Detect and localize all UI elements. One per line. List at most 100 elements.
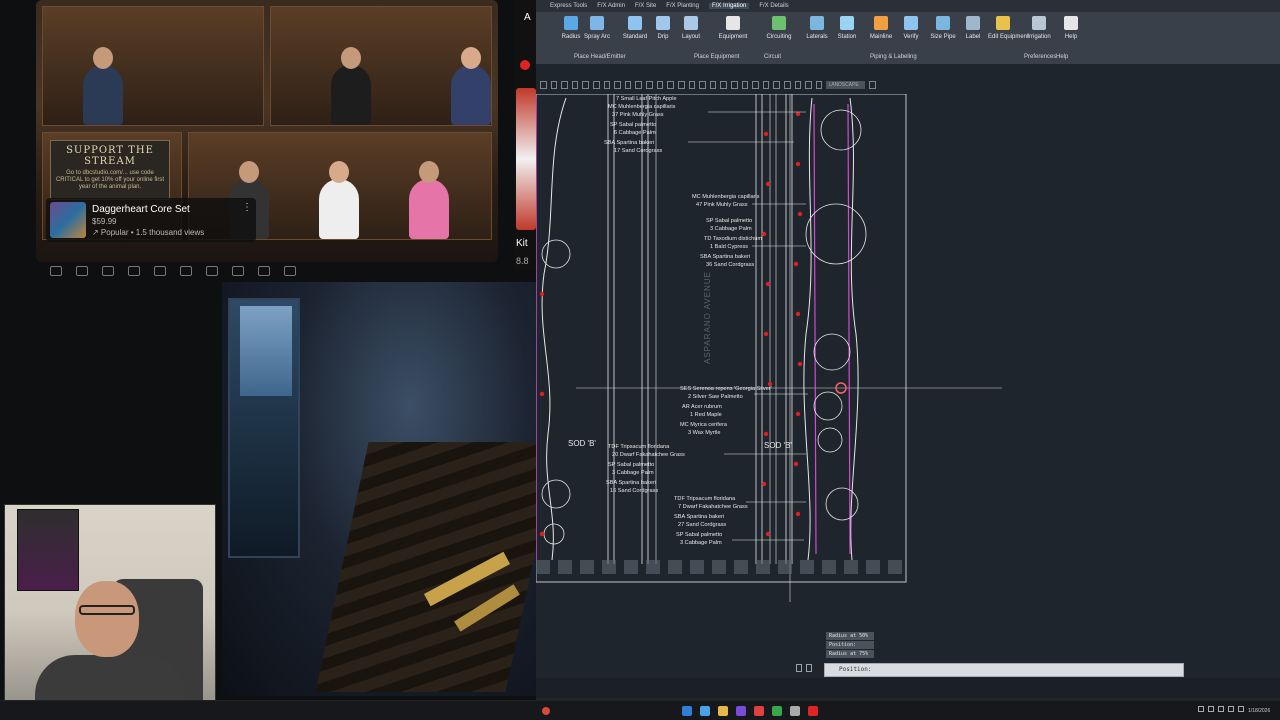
captions-icon[interactable] [102, 266, 114, 276]
hardware-icon[interactable] [677, 81, 685, 89]
product-card[interactable]: Daggerheart Core Set $59.99 ↗ Popular • … [46, 198, 256, 242]
transparency-icon[interactable] [614, 81, 621, 89]
otrack-icon[interactable] [593, 81, 600, 89]
layer-icon[interactable] [699, 81, 706, 89]
edge-browser-icon[interactable] [700, 706, 710, 716]
video-player[interactable]: SUPPORT THE STREAM Go to dbcstudio.com/.… [36, 0, 498, 262]
ribbon-group-label: Place Equipment [694, 54, 740, 60]
layer-state-icon[interactable] [784, 81, 791, 89]
polar-icon[interactable] [571, 81, 579, 89]
layout-button[interactable]: Layout [676, 16, 706, 40]
webcam-feed [4, 504, 216, 720]
record-icon[interactable] [542, 707, 550, 715]
close-icon[interactable] [796, 664, 802, 672]
side-recommendation-thumbnail[interactable] [516, 88, 536, 230]
shuffle-icon[interactable] [50, 266, 62, 276]
equipment-button[interactable]: Equipment [718, 16, 748, 40]
station-button[interactable]: Station [832, 16, 862, 40]
windows-start-icon[interactable] [682, 706, 692, 716]
sod-label-left: SOD 'B' [568, 439, 596, 448]
edit-equipment-button[interactable]: Edit Equipment [988, 16, 1029, 40]
ribbon-button-label: Station [837, 34, 857, 40]
units-icon[interactable] [656, 81, 664, 89]
plant-label: SBA Spartina bakeri [604, 140, 654, 146]
playlist-icon[interactable] [180, 266, 192, 276]
theater-icon[interactable] [232, 266, 244, 276]
more-options-icon[interactable]: ⋮ [242, 202, 252, 213]
annotation-icon[interactable] [635, 81, 643, 89]
osnap-icon[interactable] [582, 81, 590, 89]
file-explorer-icon[interactable] [718, 706, 728, 716]
loop-icon[interactable] [76, 266, 88, 276]
ortho-icon[interactable] [561, 81, 568, 89]
command-line-input[interactable]: Position: [824, 663, 1184, 677]
mainline-icon [874, 16, 888, 30]
help-button[interactable]: Help [1056, 16, 1086, 40]
ribbon-button-label: Help [1064, 34, 1078, 40]
layer-dropdown[interactable]: LANDSCAPE [826, 81, 866, 89]
selection-icon[interactable] [624, 81, 632, 89]
spray-arc-button[interactable]: Spray Arc [582, 16, 612, 40]
standard-button[interactable]: Standard [620, 16, 650, 40]
plant-label: TDF Tripsacum floridana [674, 496, 736, 502]
plant-label: 2 Silver Saw Palmetto [688, 394, 743, 400]
notification-icon[interactable] [1238, 706, 1244, 712]
network-icon[interactable] [1208, 706, 1214, 712]
size-pipe-button[interactable]: Size Pipe [928, 16, 958, 40]
layer-delete-icon[interactable] [805, 81, 812, 89]
chrome-icon[interactable] [772, 706, 782, 716]
drawing-canvas[interactable]: 7 Small Leaf Pitch Apple MC Muhlenbergia… [536, 94, 1280, 678]
settings-icon[interactable] [206, 266, 218, 276]
workspace-icon[interactable] [646, 81, 653, 89]
layer-lock-icon[interactable] [720, 81, 727, 89]
layer-match-icon[interactable] [752, 81, 759, 89]
right-bed-magenta [813, 103, 851, 555]
chat-icon[interactable] [128, 266, 140, 276]
stream-top-row [36, 6, 498, 126]
ribbon-group-label: Preferences [1024, 54, 1057, 60]
circuiting-button[interactable]: Circuiting [764, 16, 794, 40]
fullscreen-icon[interactable] [258, 266, 270, 276]
irrigation-heads [539, 111, 803, 537]
layer-merge-icon[interactable] [794, 81, 802, 89]
lineweight-icon[interactable] [603, 81, 611, 89]
extra-icon[interactable] [284, 266, 296, 276]
obs-icon[interactable] [754, 706, 764, 716]
layer-color-icon[interactable] [741, 81, 749, 89]
drip-button[interactable]: Drip [648, 16, 678, 40]
battery-icon[interactable] [1228, 706, 1234, 712]
support-sign-body: Go to dbcstudio.com/... use code CRITICA… [55, 170, 165, 191]
ribbon-button-label: Drip [657, 34, 669, 40]
layer-iso-icon[interactable] [815, 81, 823, 89]
grid-icon[interactable] [550, 81, 558, 89]
isolate-icon[interactable] [667, 81, 674, 89]
layer-prev-icon[interactable] [762, 81, 770, 89]
side-recommendation-title[interactable]: Kit [516, 238, 528, 249]
webcam-person-head [75, 581, 139, 657]
layer-settings-icon[interactable] [869, 81, 876, 89]
youtube-icon[interactable] [808, 706, 818, 716]
snap-icon[interactable] [540, 81, 547, 89]
clip-icon[interactable] [154, 266, 166, 276]
irrigation-button[interactable]: Irrigation [1024, 16, 1054, 40]
equipment-icon [726, 16, 740, 30]
app-icon[interactable] [736, 706, 746, 716]
settings-icon[interactable] [790, 706, 800, 716]
verify-button[interactable]: Verify [896, 16, 926, 40]
chevron-up-icon[interactable] [1198, 706, 1204, 712]
laterals-button[interactable]: Laterals [802, 16, 832, 40]
street-name-label: ASPARANO AVENUE [703, 271, 712, 364]
layer-off-icon[interactable] [730, 81, 738, 89]
streamer-figure [319, 161, 359, 239]
layer-freeze-icon[interactable] [709, 81, 717, 89]
clean-screen-icon[interactable] [688, 81, 696, 89]
ribbon-group-label: Help [1056, 54, 1069, 60]
size-pipe-icon [936, 16, 950, 30]
label-button[interactable]: Label [958, 16, 988, 40]
mainline-button[interactable]: Mainline [866, 16, 896, 40]
wrench-icon[interactable] [806, 664, 812, 672]
layer-walk-icon[interactable] [773, 81, 781, 89]
ribbon-button-label: Laterals [806, 34, 828, 40]
product-meta: ↗ Popular • 1.5 thousand views [92, 227, 205, 237]
volume-icon[interactable] [1218, 706, 1224, 712]
